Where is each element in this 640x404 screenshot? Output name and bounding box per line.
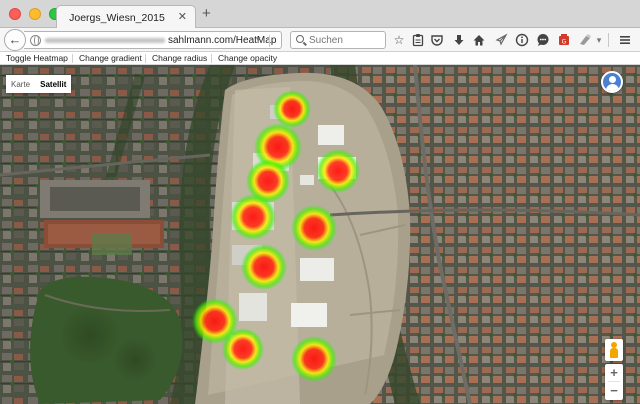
overflow-chevron-icon[interactable]: ▾ bbox=[594, 33, 604, 47]
pegman-body bbox=[610, 348, 618, 358]
clipboard-icon[interactable] bbox=[411, 33, 425, 47]
map-type-control: Karte Satellit bbox=[6, 75, 72, 93]
info-icon[interactable] bbox=[515, 33, 529, 47]
new-tab-button[interactable]: + bbox=[202, 6, 211, 21]
extension-red-icon[interactable]: G bbox=[557, 33, 571, 47]
search-icon bbox=[296, 35, 304, 43]
home-icon[interactable] bbox=[472, 33, 486, 47]
hamburger-menu-icon[interactable] bbox=[618, 33, 632, 47]
satellite-imagery bbox=[0, 65, 640, 404]
chat-icon[interactable] bbox=[536, 33, 550, 47]
svg-text:G: G bbox=[562, 39, 567, 46]
change-gradient-button[interactable]: Change gradient bbox=[77, 52, 144, 64]
map-type-satellit[interactable]: Satellit bbox=[35, 75, 72, 93]
back-button[interactable]: ← bbox=[4, 29, 26, 51]
star-icon[interactable]: ☆ bbox=[392, 33, 406, 47]
search-input[interactable]: Suchen bbox=[290, 31, 386, 49]
url-bar[interactable]: sahlmann.com/HeatMap ▾ ↻ bbox=[24, 31, 301, 50]
link-separator bbox=[145, 54, 146, 63]
heatmap-controls: Toggle Heatmap Change gradient Change ra… bbox=[0, 52, 640, 65]
change-radius-button[interactable]: Change radius bbox=[150, 52, 209, 64]
toggle-heatmap-button[interactable]: Toggle Heatmap bbox=[4, 52, 70, 64]
close-tab-icon[interactable]: ✕ bbox=[178, 11, 187, 23]
zoom-out-button[interactable]: − bbox=[605, 382, 623, 399]
change-opacity-button[interactable]: Change opacity bbox=[216, 52, 279, 64]
zoom-control: + − bbox=[605, 364, 623, 400]
map-type-karte[interactable]: Karte bbox=[6, 75, 36, 93]
zoom-in-button[interactable]: + bbox=[605, 364, 623, 381]
tab-title: Joergs_Wiesn_2015 bbox=[69, 12, 165, 24]
extension-gray-icon[interactable] bbox=[578, 33, 592, 47]
search-placeholder: Suchen bbox=[309, 35, 343, 46]
rocket-icon[interactable] bbox=[494, 33, 508, 47]
link-separator bbox=[211, 54, 212, 63]
url-divider bbox=[269, 35, 270, 47]
close-window-button[interactable] bbox=[9, 8, 21, 20]
link-separator bbox=[72, 54, 73, 63]
globe-icon bbox=[30, 35, 41, 46]
blurred-url-prefix bbox=[45, 38, 165, 43]
navigation-toolbar: sahlmann.com/HeatMap ▾ ↻ ← Suchen ☆ G ▾ bbox=[0, 28, 640, 52]
toolbar-divider bbox=[608, 33, 609, 47]
download-icon[interactable] bbox=[452, 33, 466, 47]
avatar-icon[interactable] bbox=[601, 71, 623, 93]
url-dropdown-icon[interactable]: ▾ bbox=[256, 34, 261, 45]
tab-joergs-wiesn[interactable]: Joergs_Wiesn_2015 ✕ bbox=[56, 5, 196, 29]
pocket-icon[interactable] bbox=[430, 33, 444, 47]
pegman-icon[interactable] bbox=[605, 339, 623, 361]
avatar-head bbox=[609, 76, 616, 83]
minimize-window-button[interactable] bbox=[29, 8, 41, 20]
satellite-map[interactable]: Karte Satellit + − bbox=[0, 65, 640, 404]
tab-strip: Joergs_Wiesn_2015 ✕ + bbox=[0, 0, 640, 29]
avatar-body bbox=[606, 84, 619, 91]
